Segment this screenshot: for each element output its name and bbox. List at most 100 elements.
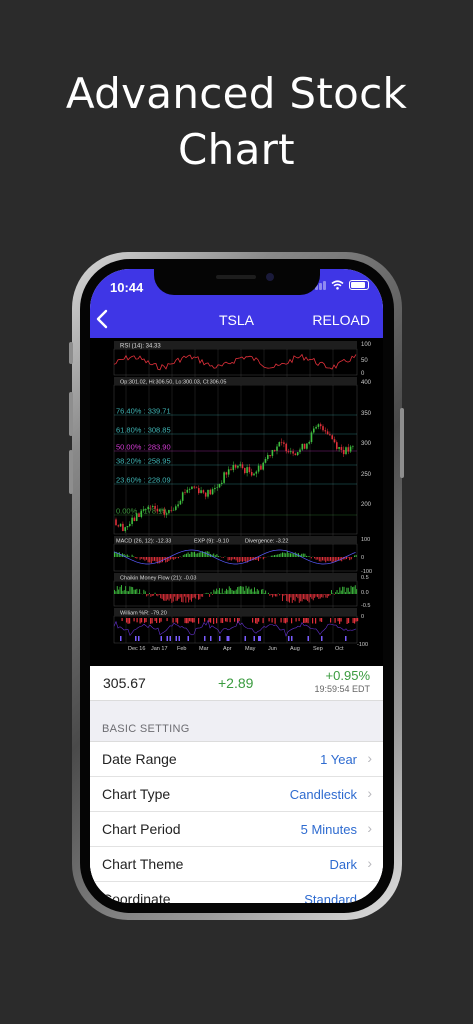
candle-body <box>223 472 225 483</box>
candle-body <box>193 486 195 488</box>
macd-histogram-bar <box>306 555 307 557</box>
cmf-bar <box>245 585 247 594</box>
setting-value: Standard <box>304 892 357 903</box>
cmf-bar <box>196 594 198 595</box>
fib-level-label: 38.20% : 258.95 <box>116 457 171 466</box>
wr-oversold-bar <box>169 636 171 641</box>
macd-histogram-bar <box>194 551 195 557</box>
cmf-bar <box>241 586 243 594</box>
macd-histogram-bar <box>258 557 259 562</box>
macd-histogram-bar <box>334 557 336 562</box>
setting-row-date-range[interactable]: Date Range 1 Year › <box>90 742 383 777</box>
setting-value: Candlestick <box>289 787 357 802</box>
cmf-bar <box>174 594 176 597</box>
cmf-bar <box>210 591 212 594</box>
cmf-bar <box>181 594 183 602</box>
reload-button[interactable]: RELOAD <box>312 312 370 328</box>
stock-chart[interactable]: RSI (14): 34.33 100 50 0 Op:301.02, Hi:3… <box>90 338 383 666</box>
wr-overbought-bar <box>312 618 314 624</box>
price-axis-250: 250 <box>361 472 372 478</box>
candle-body <box>161 509 163 511</box>
wr-overbought-bar <box>166 618 168 622</box>
macd-histogram-bar <box>182 555 184 557</box>
wr-overbought-bar <box>141 618 143 623</box>
rsi-axis-top: 100 <box>361 342 372 348</box>
wr-overbought-bar <box>177 618 179 624</box>
wr-overbought-bar <box>285 618 287 624</box>
cmf-bar <box>248 586 250 594</box>
cmf-bar <box>182 594 184 603</box>
cmf-bar <box>325 594 327 598</box>
month-label: Sep <box>313 646 323 652</box>
month-label: Dec 16 <box>128 646 145 652</box>
macd-histogram-bar <box>293 553 295 557</box>
macd-histogram-bar <box>275 554 277 557</box>
candle-body <box>115 519 117 526</box>
volume-up-button <box>69 392 73 436</box>
quote-row: 305.67 +2.89 +0.95% 19:59:54 EDT <box>90 666 383 701</box>
candle-body <box>287 451 290 453</box>
macd-histogram-bar <box>314 557 315 559</box>
cmf-bar <box>347 587 349 594</box>
candle-body <box>142 509 145 511</box>
ohlc-label: Op:301.02, Hi:306.50, Lo:300.03, Cl:306.… <box>120 380 226 386</box>
macd-histogram-bar <box>142 557 144 560</box>
cmf-bar <box>151 594 153 596</box>
setting-row-chart-period[interactable]: Chart Period 5 Minutes › <box>90 812 383 847</box>
wr-overbought-bar <box>355 618 357 622</box>
wifi-icon <box>331 280 344 290</box>
macd-histogram-bar <box>187 552 189 557</box>
cmf-bar <box>332 593 334 594</box>
macd-histogram-bar <box>322 557 323 561</box>
wr-overbought-bar <box>348 618 350 624</box>
setting-label: Chart Period <box>102 821 181 837</box>
chart-canvas[interactable]: RSI (14): 34.33 100 50 0 Op:301.02, Hi:3… <box>90 338 383 666</box>
cmf-bar <box>126 590 128 594</box>
cmf-bar <box>263 593 265 594</box>
cmf-bar <box>144 591 146 594</box>
candle-body <box>336 442 338 449</box>
macd-histogram-bar <box>283 552 285 557</box>
cmf-bar <box>339 587 341 594</box>
candle-body <box>188 488 191 490</box>
macd-histogram-bar <box>189 553 191 557</box>
headline-line-1: Advanced Stock <box>65 69 408 118</box>
cmf-bar <box>301 594 303 602</box>
candle-body <box>345 447 347 455</box>
status-time: 10:44 <box>110 280 144 295</box>
setting-row-chart-theme[interactable]: Chart Theme Dark › <box>90 847 383 882</box>
setting-row-coordinate[interactable]: Coordinate Standard › <box>90 882 383 903</box>
cmf-bar <box>240 586 241 594</box>
cmf-label: Chaikin Money Flow (21): -0.03 <box>120 576 196 582</box>
phone-notch <box>154 269 320 295</box>
cmf-bar <box>296 594 297 597</box>
wr-overbought-bar <box>291 618 293 624</box>
wr-axis-bottom: -100 <box>357 642 368 648</box>
candle-body <box>296 452 299 456</box>
setting-row-chart-type[interactable]: Chart Type Candlestick › <box>90 777 383 812</box>
macd-histogram-bar <box>165 557 167 563</box>
exp-label: EXP (9): -9.10 <box>194 539 229 545</box>
cmf-bar <box>304 594 306 600</box>
cmf-bar <box>326 594 328 598</box>
macd-histogram-bar <box>262 557 264 560</box>
candle-body <box>158 510 161 512</box>
candle-body <box>246 467 248 474</box>
cmf-bar <box>146 594 148 597</box>
price-change-percent: +0.95% <box>325 668 370 683</box>
wr-overbought-bar <box>283 618 285 623</box>
macd-histogram-bar <box>154 557 155 561</box>
wr-overbought-bar <box>133 618 135 622</box>
wr-overbought-bar <box>156 618 158 623</box>
cmf-bar <box>198 594 199 600</box>
cmf-bar <box>234 590 236 594</box>
macd-histogram-bar <box>310 557 312 559</box>
wr-overbought-bar <box>189 618 191 622</box>
mute-switch <box>69 342 73 364</box>
quote-time: 19:59:54 EDT <box>314 684 370 694</box>
cmf-bar <box>233 590 234 594</box>
divergence-label: Divergence: -3.22 <box>245 539 288 545</box>
front-camera <box>266 273 274 281</box>
cmf-bar <box>276 594 278 597</box>
macd-histogram-bar <box>238 557 240 563</box>
